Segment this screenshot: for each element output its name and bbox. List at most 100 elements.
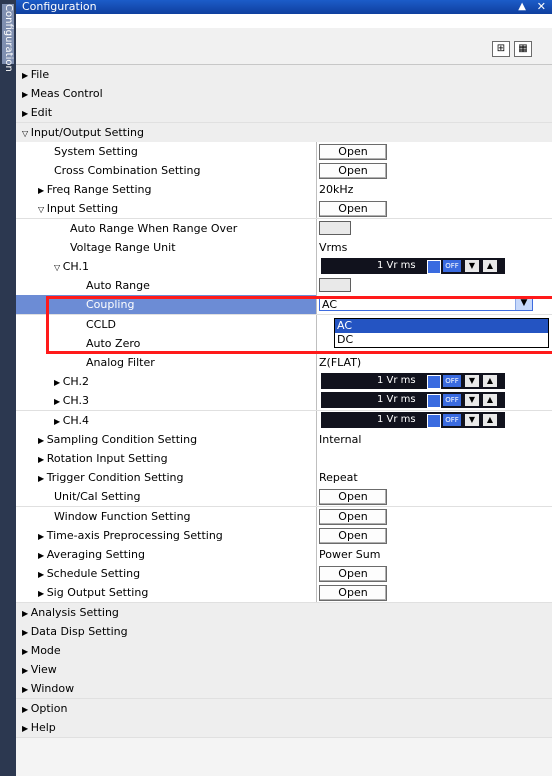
- expand-arrow-icon[interactable]: ▶: [54, 397, 63, 406]
- tree-row[interactable]: ▶ View: [16, 660, 552, 680]
- collapse-arrow-icon[interactable]: ▽: [54, 263, 63, 272]
- range-up-icon[interactable]: ▲: [483, 260, 497, 272]
- off-indicator[interactable]: OFF: [443, 260, 461, 272]
- toggle-switch[interactable]: [319, 221, 351, 235]
- label-text: Averaging Setting: [46, 548, 145, 561]
- tree-row[interactable]: ▶ Mode: [16, 641, 552, 661]
- tree-row[interactable]: ▶ Sampling Condition Setting Internal: [16, 430, 552, 450]
- tree-row[interactable]: ▶ Schedule Setting Open: [16, 564, 552, 584]
- expand-arrow-icon[interactable]: ▶: [38, 551, 47, 560]
- range-checkbox[interactable]: [427, 394, 441, 408]
- tree-row[interactable]: ▶ Time-axis Preprocessing Setting Open: [16, 526, 552, 546]
- tree-row[interactable]: ▶ Meas Control: [16, 84, 552, 104]
- tree-row[interactable]: ▶ Rotation Input Setting: [16, 449, 552, 469]
- tree-row[interactable]: ▽ CH.1 1 Vr ms OFF ▼ ▲: [16, 257, 552, 277]
- tree-row[interactable]: Cross Combination Setting Open: [16, 161, 552, 181]
- expand-arrow-icon[interactable]: ▶: [38, 455, 47, 464]
- pin-icon[interactable]: ▲: [518, 0, 526, 14]
- close-icon[interactable]: ✕: [537, 0, 546, 14]
- expand-arrow-icon[interactable]: ▶: [38, 474, 47, 483]
- expand-arrow-icon[interactable]: ▶: [22, 647, 31, 656]
- range-down-icon[interactable]: ▼: [465, 375, 479, 387]
- expand-arrow-icon[interactable]: ▶: [38, 589, 47, 598]
- tree-row[interactable]: ▶ CH.4 1 Vr ms OFF ▼ ▲: [16, 411, 552, 431]
- expand-arrow-icon[interactable]: ▶: [38, 186, 47, 195]
- range-down-icon[interactable]: ▼: [465, 260, 479, 272]
- expand-arrow-icon[interactable]: ▶: [22, 609, 31, 618]
- panel-icon[interactable]: ▦: [514, 41, 532, 57]
- tree-row-label: ▶ CH.2: [54, 372, 89, 391]
- tree-row[interactable]: System Setting Open: [16, 142, 552, 162]
- expand-arrow-icon[interactable]: ▶: [22, 685, 31, 694]
- range-checkbox[interactable]: [427, 260, 441, 274]
- tree-row[interactable]: ▶ Analysis Setting: [16, 603, 552, 623]
- tree-row[interactable]: Unit/Cal Setting Open: [16, 487, 552, 507]
- highlight-box: [46, 296, 552, 354]
- value-text: Z(FLAT): [319, 356, 362, 369]
- value-text: 20kHz: [319, 183, 354, 196]
- open-button[interactable]: Open: [319, 528, 387, 544]
- expand-arrow-icon[interactable]: ▶: [38, 436, 47, 445]
- tree-row[interactable]: Voltage Range Unit Vrms: [16, 238, 552, 258]
- tree-row[interactable]: ▶ Averaging Setting Power Sum: [16, 545, 552, 565]
- tree-row[interactable]: ▶ Window: [16, 679, 552, 699]
- expand-arrow-icon[interactable]: ▶: [54, 417, 63, 426]
- open-button[interactable]: Open: [319, 489, 387, 505]
- tree-row[interactable]: ▶ Help: [16, 718, 552, 738]
- tree-row[interactable]: ▶ Freq Range Setting 20kHz: [16, 180, 552, 200]
- tree-row[interactable]: Analog Filter Z(FLAT): [16, 353, 552, 373]
- expand-arrow-icon[interactable]: ▶: [22, 705, 31, 714]
- tree-row-label: ▽ Input/Output Setting: [22, 123, 144, 142]
- range-value: 1 Vr ms: [377, 394, 416, 405]
- collapse-arrow-icon[interactable]: ▽: [38, 205, 47, 214]
- toolbar: ⊞ ▦: [16, 28, 552, 65]
- range-down-icon[interactable]: ▼: [465, 394, 479, 406]
- expand-arrow-icon[interactable]: ▶: [22, 628, 31, 637]
- open-button[interactable]: Open: [319, 509, 387, 525]
- open-button[interactable]: Open: [319, 163, 387, 179]
- expand-arrow-icon[interactable]: ▶: [54, 378, 63, 387]
- off-indicator[interactable]: OFF: [443, 394, 461, 406]
- tree-row[interactable]: ▶ Data Disp Setting: [16, 622, 552, 642]
- range-checkbox[interactable]: [427, 375, 441, 389]
- tree-row-label: ▶ Edit: [22, 103, 52, 122]
- tree-row-value: 1 Vr ms OFF ▼ ▲: [316, 257, 552, 276]
- range-up-icon[interactable]: ▲: [483, 375, 497, 387]
- tree-row[interactable]: ▶ Edit: [16, 103, 552, 123]
- tree-row[interactable]: ▶ Sig Output Setting Open: [16, 583, 552, 603]
- side-tab-configuration[interactable]: Configuration: [2, 4, 14, 72]
- open-button[interactable]: Open: [319, 585, 387, 601]
- range-down-icon[interactable]: ▼: [465, 414, 479, 426]
- tree-row[interactable]: ▶ Trigger Condition Setting Repeat: [16, 468, 552, 488]
- expand-arrow-icon[interactable]: ▶: [22, 90, 31, 99]
- expand-arrow-icon[interactable]: ▶: [22, 71, 31, 80]
- tree-row[interactable]: ▶ File: [16, 65, 552, 85]
- tree-row-label: ▽ Input Setting: [38, 199, 118, 218]
- tree-row-value: Open: [316, 199, 552, 218]
- range-up-icon[interactable]: ▲: [483, 414, 497, 426]
- tree-row[interactable]: Auto Range: [16, 276, 552, 296]
- tree-row[interactable]: Auto Range When Range Over: [16, 219, 552, 239]
- tree-row[interactable]: Window Function Setting Open: [16, 507, 552, 527]
- off-indicator[interactable]: OFF: [443, 414, 461, 426]
- expand-arrow-icon[interactable]: ▶: [38, 570, 47, 579]
- expand-arrow-icon[interactable]: ▶: [38, 532, 47, 541]
- tree-row[interactable]: ▶ CH.3 1 Vr ms OFF ▼ ▲: [16, 391, 552, 411]
- tree-row-label: ▶ Mode: [22, 641, 61, 660]
- open-button[interactable]: Open: [319, 201, 387, 217]
- toggle-switch[interactable]: [319, 278, 351, 292]
- collapse-arrow-icon[interactable]: ▽: [22, 129, 31, 138]
- tree-row[interactable]: ▽ Input Setting Open: [16, 199, 552, 219]
- expand-arrow-icon[interactable]: ▶: [22, 724, 31, 733]
- range-checkbox[interactable]: [427, 414, 441, 428]
- open-button[interactable]: Open: [319, 144, 387, 160]
- off-indicator[interactable]: OFF: [443, 375, 461, 387]
- tree-row[interactable]: ▶ Option: [16, 699, 552, 719]
- expand-arrow-icon[interactable]: ▶: [22, 666, 31, 675]
- tree-row[interactable]: ▶ CH.2 1 Vr ms OFF ▼ ▲: [16, 372, 552, 392]
- open-button[interactable]: Open: [319, 566, 387, 582]
- tree-row[interactable]: ▽ Input/Output Setting: [16, 123, 552, 143]
- expand-arrow-icon[interactable]: ▶: [22, 109, 31, 118]
- range-up-icon[interactable]: ▲: [483, 394, 497, 406]
- grid-icon[interactable]: ⊞: [492, 41, 510, 57]
